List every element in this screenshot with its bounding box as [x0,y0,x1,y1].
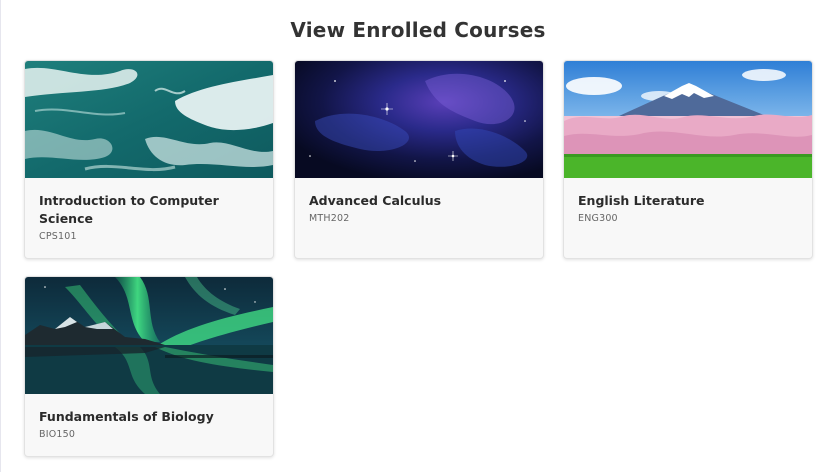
page-title: View Enrolled Courses [290,18,546,42]
course-code: MTH202 [309,213,350,224]
course-image-nebula-space [295,61,543,178]
course-code: ENG300 [578,213,618,224]
course-title: Advanced Calculus [309,193,442,208]
course-title: English Literature [578,193,705,208]
course-code: CPS101 [39,231,77,242]
page: View Enrolled Courses Introduction to Co… [0,0,834,472]
course-card[interactable]: Advanced Calculus MTH202 [294,60,544,259]
course-code: BIO150 [39,429,76,440]
course-card[interactable]: Introduction to Computer Science CPS101 [24,60,274,259]
course-image-aurora-borealis [25,277,273,394]
course-card[interactable]: Fundamentals of Biology BIO150 [24,276,274,457]
course-title: Introduction to Computer Science [39,193,219,226]
course-image-mount-fuji-cherry-blossoms [564,61,812,178]
course-image-ocean-waves [25,61,273,178]
course-title: Fundamentals of Biology [39,409,214,424]
course-card[interactable]: English Literature ENG300 [563,60,813,259]
